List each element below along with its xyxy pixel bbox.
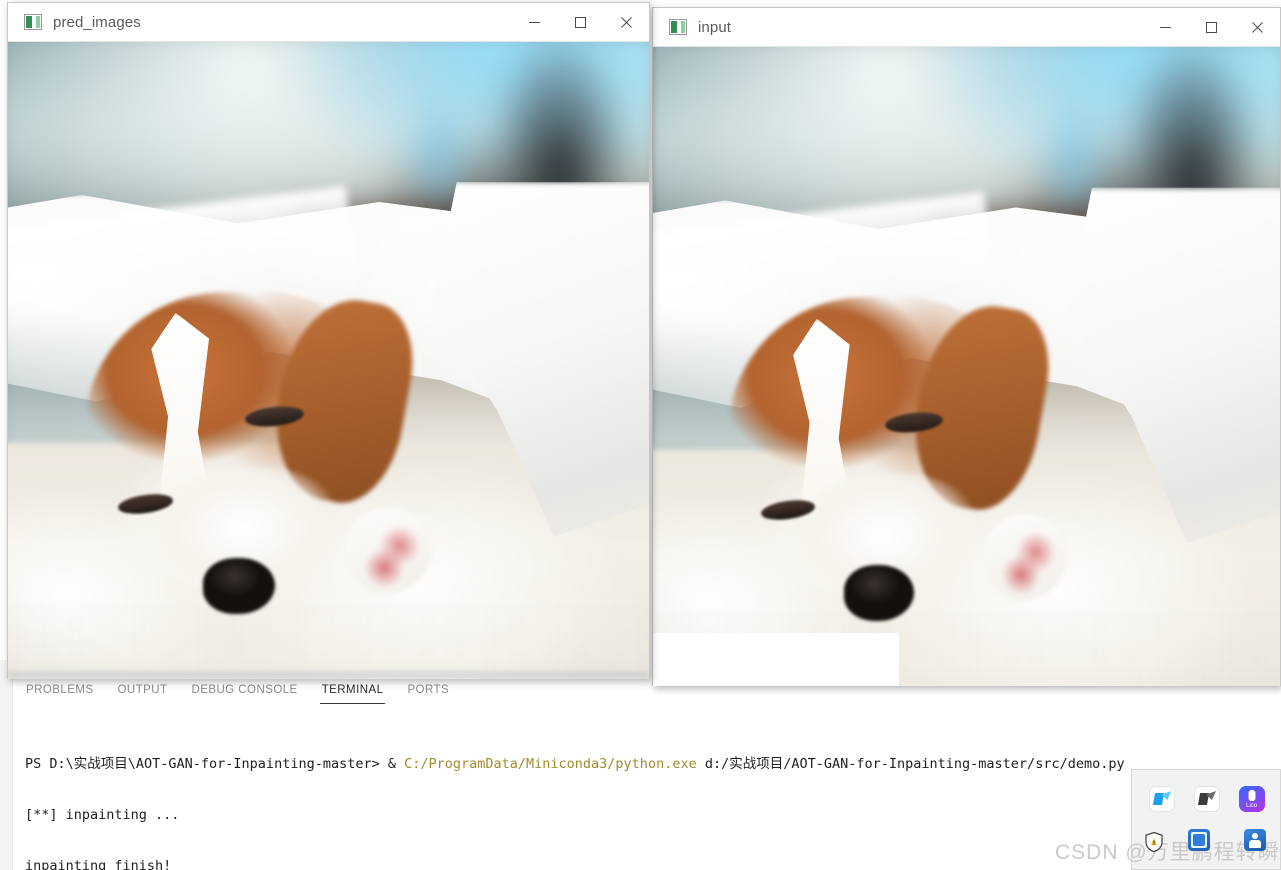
pred-photo — [8, 42, 649, 679]
terminal-prompt: PS D:\实战项目\AOT-GAN-for-Inpainting-master… — [25, 756, 405, 772]
window-pred-images-titlebar[interactable]: pred_images — [8, 3, 649, 42]
inpainting-mask-rectangle — [653, 633, 899, 686]
editor-gutter-strip — [0, 660, 13, 870]
window-pred-images-title: pred_images — [53, 13, 141, 31]
window-input-controls — [1142, 8, 1280, 47]
tim-dark-icon[interactable] — [1193, 786, 1220, 812]
terminal-command-line: PS D:\实战项目\AOT-GAN-for-Inpainting-master… — [25, 756, 1281, 773]
screen-root: PROBLEMS OUTPUT DEBUG CONSOLE TERMINAL P… — [0, 0, 1281, 870]
maximize-icon[interactable] — [557, 3, 603, 42]
panel-tab-bar: PROBLEMS OUTPUT DEBUG CONSOLE TERMINAL P… — [14, 682, 461, 708]
terminal-line: [**] inpainting ... — [25, 807, 180, 823]
terminal-script-arg: d:/实战项目/AOT-GAN-for-Inpainting-master/sr… — [696, 756, 1125, 772]
tray-icon-row: Lico — [1132, 782, 1281, 816]
image-viewer-icon — [669, 19, 687, 35]
window-input[interactable]: input — [652, 7, 1281, 686]
tab-ports[interactable]: PORTS — [395, 682, 461, 698]
minimize-icon[interactable] — [511, 3, 557, 42]
blue-dictionary-icon[interactable] — [1188, 829, 1210, 851]
lico-icon[interactable]: Lico — [1238, 786, 1265, 812]
window-pred-images-image — [8, 42, 649, 679]
terminal-python-path: C:/ProgramData/Miniconda3/python.exe — [404, 756, 697, 772]
close-icon[interactable] — [1234, 8, 1280, 47]
tab-debug-console[interactable]: DEBUG CONSOLE — [180, 682, 310, 698]
input-photo — [653, 47, 1280, 686]
tab-terminal[interactable]: TERMINAL — [310, 682, 396, 704]
close-icon[interactable] — [603, 3, 649, 42]
window-pred-images[interactable]: pred_images — [7, 2, 650, 679]
minimize-icon[interactable] — [1142, 8, 1188, 47]
maximize-icon[interactable] — [1188, 8, 1234, 47]
window-input-title: input — [698, 18, 732, 36]
tim-light-icon[interactable] — [1149, 786, 1176, 812]
image-viewer-icon — [24, 14, 42, 30]
window-input-image — [653, 47, 1280, 686]
blue-person-icon[interactable] — [1244, 829, 1266, 851]
window-input-titlebar[interactable]: input — [653, 8, 1280, 47]
tab-output[interactable]: OUTPUT — [106, 682, 180, 698]
window-pred-images-controls — [511, 3, 649, 42]
watermark-prefix: CSDN @ — [1055, 841, 1148, 864]
tab-problems[interactable]: PROBLEMS — [14, 682, 106, 698]
shield-security-icon[interactable] — [1143, 831, 1165, 853]
panel-separator — [13, 709, 1281, 710]
